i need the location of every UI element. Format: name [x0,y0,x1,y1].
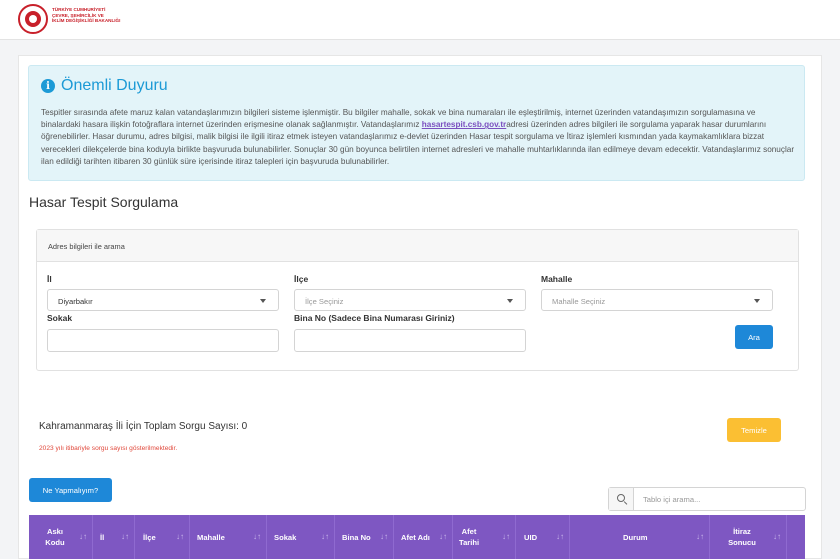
mahalle-label: Mahalle [541,274,573,284]
column-label-line-1: UID [524,532,538,542]
column-header-bina-no[interactable]: Bina No ↓↑ [334,515,393,559]
column-label: İtiraz Sonucu [727,515,757,559]
sort-icon[interactable]: ↓↑ [556,532,564,541]
column-header-mahalle[interactable]: Mahalle ↓↑ [189,515,266,559]
query-count: Kahramanmaraş İli İçin Toplam Sorgu Sayı… [39,421,248,432]
top-bar: TÜRKİYE CUMHURİYETİ ÇEVRE, ŞEHİRCİLİK VE… [0,0,840,40]
chevron-down-icon [507,299,513,303]
sort-icon[interactable]: ↓↑ [321,532,329,541]
ministry-name-line-3: İKLİM DEĞİŞİKLİĞİ BAKANLIĞI [52,18,121,24]
important-notice: i Önemli Duyuru Tespitler sırasında afet… [28,65,805,181]
search-button[interactable]: Ara [735,325,773,349]
column-label-line-1: İtiraz [733,527,751,536]
column-header-durum[interactable]: Durum ↓↑ [569,515,709,559]
il-select[interactable]: Diyarbakır [47,289,279,311]
search-panel-heading: Adres bilgileri ile arama [48,242,125,251]
ilce-select[interactable]: İlçe Seçiniz [294,289,526,311]
column-header-itiraz-sonucu[interactable]: İtiraz Sonucu ↓↑ [709,515,786,559]
chevron-down-icon [260,299,266,303]
mahalle-select[interactable]: Mahalle Seçiniz [541,289,773,311]
ilce-label: İlçe [294,274,309,284]
bina-no-input[interactable] [294,329,526,352]
column-label-line-1: Afet Adı [401,532,430,542]
column-header-ilce[interactable]: İlçe ↓↑ [134,515,189,559]
column-label-line-1: Bina No [342,532,371,542]
ministry-name[interactable]: TÜRKİYE CUMHURİYETİ ÇEVRE, ŞEHİRCİLİK VE… [52,7,132,24]
il-select-value: Diyarbakır [58,297,93,306]
sort-icon[interactable]: ↓↑ [253,532,261,541]
mahalle-select-placeholder: Mahalle Seçiniz [552,297,606,306]
bina-no-label: Bina No (Sadece Bina Numarası Giriniz) [294,313,455,323]
column-label: Afet Tarihi [459,515,479,559]
page-title: Hasar Tespit Sorgulama [29,194,179,210]
column-label-line-1: Mahalle [197,532,225,542]
sort-icon[interactable]: ↓↑ [176,532,184,541]
search-panel-header: Adres bilgileri ile arama [37,230,798,262]
column-label: İl [100,515,104,559]
column-label-line-1: Askı [46,527,64,536]
column-label: Sokak [274,515,296,559]
search-icon [617,494,625,502]
column-header-uid[interactable]: UID ↓↑ [515,515,569,559]
column-label-line-2: Sonucu [728,538,756,547]
hasartespit-link[interactable]: hasartespit.csb.gov.tr [422,120,506,129]
column-label-line-2: Kodu [45,538,65,547]
il-label: İl [47,274,52,284]
results-table-header: Askı Kodu ↓↑ İl ↓↑ İlçe ↓↑ Mahalle ↓↑ So… [29,515,805,559]
notice-title-text: Önemli Duyuru [61,77,168,94]
column-header-afet-adi[interactable]: Afet Adı ↓↑ [393,515,452,559]
column-header-aski-kodu[interactable]: Askı Kodu ↓↑ [29,515,92,559]
ministry-logo-icon[interactable] [18,4,48,34]
column-label-line-1: Durum [623,532,648,542]
sort-icon[interactable]: ↓↑ [439,532,447,541]
sort-icon[interactable]: ↓↑ [696,532,704,541]
column-label: Mahalle [197,515,225,559]
column-label-line-1: İlçe [143,532,156,542]
chevron-down-icon [754,299,760,303]
table-search-placeholder: Tablo içi arama... [643,495,701,504]
column-divider [786,515,787,559]
sokak-input[interactable] [47,329,279,352]
column-header-il[interactable]: İl ↓↑ [92,515,134,559]
notice-title: i Önemli Duyuru [41,77,168,95]
column-label: Afet Adı [401,515,430,559]
table-search-addon [609,488,634,510]
column-header-sokak[interactable]: Sokak ↓↑ [266,515,334,559]
clear-button[interactable]: Temizle [727,418,781,442]
sort-icon[interactable]: ↓↑ [380,532,388,541]
sort-icon[interactable]: ↓↑ [773,532,781,541]
column-label-line-1: İl [100,532,105,542]
table-search-input[interactable]: Tablo içi arama... [608,487,806,511]
query-count-note: 2023 yılı itibariyle sorgu sayısı göster… [39,445,178,452]
column-label-line-1: Sokak [274,532,297,542]
sort-icon[interactable]: ↓↑ [79,532,87,541]
notice-body: Tespitler sırasında afete maruz kalan va… [41,107,797,168]
column-label: Durum [623,515,647,559]
column-label: Bina No [342,515,371,559]
column-label-line-1: Afet [461,527,477,536]
sort-icon[interactable]: ↓↑ [121,532,129,541]
info-icon: i [41,79,55,93]
logo-seal-center [29,15,37,23]
column-label: İlçe [143,515,156,559]
column-label: UID [524,515,537,559]
column-header-afet-tarihi[interactable]: Afet Tarihi ↓↑ [452,515,515,559]
ilce-select-placeholder: İlçe Seçiniz [305,297,344,306]
column-label-line-2: Tarihi [459,538,480,547]
sokak-label: Sokak [47,313,73,323]
what-to-do-button[interactable]: Ne Yapmalıyım? [29,478,112,502]
column-label: Askı Kodu [43,515,67,559]
sort-icon[interactable]: ↓↑ [502,532,510,541]
